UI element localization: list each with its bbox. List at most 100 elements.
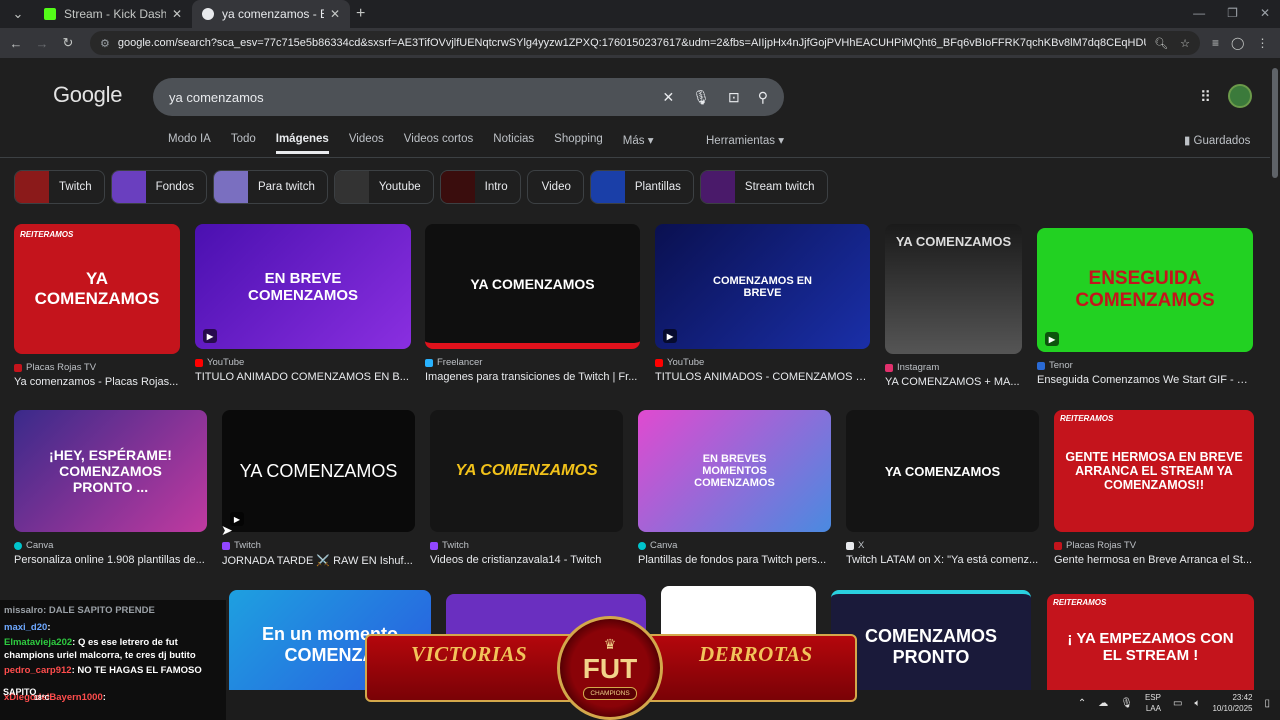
bookmark-star-icon[interactable]: ☆ (1180, 37, 1190, 50)
language-indicator[interactable]: ESP LAA (1145, 692, 1161, 714)
search-input[interactable]: ya comenzamos (169, 90, 644, 105)
image-result[interactable]: COMENZAMOS EN BREVE ▶ YouTube TITULOS AN… (655, 224, 870, 383)
result-caption[interactable]: TITULOS ANIMADOS - COMENZAMOS E... (655, 371, 870, 383)
result-thumbnail[interactable]: COMENZAMOS PRONTO (831, 590, 1031, 700)
chevron-up-icon[interactable]: ⌃ (1078, 698, 1086, 709)
result-caption[interactable]: Twitch LATAM on X: "Ya está comenz... (846, 554, 1039, 566)
apps-grid-icon[interactable]: ⠿ (1200, 88, 1211, 106)
result-thumbnail[interactable]: ¡HEY, ESPÉRAME! COMENZAMOS PRONTO ... (14, 410, 207, 532)
image-result[interactable]: EN BREVES MOMENTOS COMENZAMOS Canva Plan… (638, 410, 831, 566)
image-result[interactable]: REITERAMOS YA COMENZAMOS Placas Rojas TV… (14, 224, 180, 388)
saved-label: Guardados (1193, 135, 1251, 147)
close-tab-icon[interactable]: ✕ (330, 7, 340, 21)
result-thumbnail[interactable]: REITERAMOS ¡ YA EMPEZAMOS CON EL STREAM … (1047, 594, 1254, 700)
new-tab-button[interactable]: + (356, 5, 365, 23)
tab-modo-ia[interactable]: Modo IA (168, 133, 211, 154)
result-thumbnail[interactable]: YA COMENZAMOS (430, 410, 623, 532)
tab-noticias[interactable]: Noticias (493, 133, 534, 154)
chip-para-twitch[interactable]: Para twitch (212, 170, 328, 204)
result-caption[interactable]: JORNADA TARDE ⚔️ RAW EN Ishuf... (222, 554, 415, 567)
page-scrollbar[interactable] (1272, 68, 1278, 178)
close-tab-icon[interactable]: ✕ (172, 7, 182, 21)
zoom-icon[interactable]: 🔍︎ (1154, 37, 1168, 50)
chip-video[interactable]: Video (526, 170, 584, 204)
result-caption[interactable]: YA COMENZAMOS + MA... (885, 376, 1022, 388)
chip-youtube[interactable]: Youtube (333, 170, 434, 204)
search-box[interactable]: ya comenzamos ✕ 🎙︎ ⊡ ⚲ (153, 78, 784, 116)
image-result[interactable]: YA COMENZAMOS ▶ Twitch JORNADA TARDE ⚔️ … (222, 410, 415, 567)
minimize-icon[interactable]: — (1193, 6, 1205, 20)
result-caption[interactable]: Plantillas de fondos para Twitch pers... (638, 554, 831, 566)
result-thumbnail[interactable]: YA COMENZAMOS (885, 224, 1022, 354)
result-thumbnail[interactable]: COMENZAMOS EN BREVE ▶ (655, 224, 870, 349)
chip-fondos[interactable]: Fondos (110, 170, 207, 204)
reload-icon[interactable]: ↻ (56, 35, 80, 51)
image-result[interactable]: REITERAMOS ¡ YA EMPEZAMOS CON EL STREAM … (1047, 594, 1254, 700)
tab-search-button[interactable]: ⌄ (6, 6, 30, 22)
thumb-tag: REITERAMOS (1053, 598, 1107, 607)
chip-intro[interactable]: Intro (439, 170, 521, 204)
url-bar[interactable]: ⚙ google.com/search?sca_esv=77c715e5b863… (90, 31, 1200, 55)
notifications-icon[interactable]: ▯ (1264, 698, 1270, 709)
clock-date: 10/10/2025 (1212, 704, 1253, 713)
image-result[interactable]: ¡HEY, ESPÉRAME! COMENZAMOS PRONTO ... Ca… (14, 410, 207, 566)
result-caption[interactable]: Enseguida Comenzamos We Start GIF - E... (1037, 374, 1253, 386)
tab-videos-cortos[interactable]: Videos cortos (404, 133, 473, 154)
restore-icon[interactable]: ❐ (1227, 6, 1238, 20)
back-icon[interactable]: ← (4, 36, 28, 51)
chip-plantillas[interactable]: Plantillas (589, 170, 694, 204)
saved-button[interactable]: ▮ Guardados (1184, 133, 1250, 147)
close-window-icon[interactable]: ✕ (1260, 6, 1270, 20)
result-source: Placas Rojas TV (14, 362, 180, 373)
cloud-icon[interactable]: ☁ (1098, 698, 1108, 709)
result-caption[interactable]: Personaliza online 1.908 plantillas de..… (14, 554, 207, 566)
image-result[interactable]: YA COMENZAMOS Freelancer Imagenes para t… (425, 224, 640, 383)
image-result[interactable]: ENSEGUIDA COMENZAMOS ▶ Tenor Enseguida C… (1037, 228, 1253, 386)
result-thumbnail[interactable]: REITERAMOS GENTE HERMOSA EN BREVE ARRANC… (1054, 410, 1254, 532)
tab-videos[interactable]: Videos (349, 133, 384, 154)
result-caption[interactable]: Gente hermosa en Breve Arranca el St... (1054, 554, 1254, 566)
tab-imagenes[interactable]: Imágenes (275, 133, 329, 154)
image-result[interactable]: YA COMENZAMOS Twitch Videos de cristianz… (430, 410, 623, 566)
result-thumbnail[interactable]: ENSEGUIDA COMENZAMOS ▶ (1037, 228, 1253, 352)
result-thumbnail[interactable]: YA COMENZAMOS ▶ (222, 410, 415, 532)
result-thumbnail[interactable]: YA COMENZAMOS (846, 410, 1039, 532)
microphone-icon[interactable]: 🎙︎ (1120, 698, 1133, 709)
clear-icon[interactable]: ✕ (662, 89, 674, 106)
tools-button[interactable]: Herramientas ▾ (706, 133, 784, 147)
image-result[interactable]: YA COMENZAMOS Instagram YA COMENZAMOS + … (885, 224, 1022, 388)
result-caption[interactable]: TITULO ANIMADO COMENZAMOS EN B... (195, 371, 411, 383)
menu-icon[interactable]: ⋮ (1256, 36, 1268, 50)
avatar[interactable] (1228, 84, 1252, 108)
site-info-icon[interactable]: ⚙ (100, 37, 110, 50)
result-thumbnail[interactable]: REITERAMOS YA COMENZAMOS (14, 224, 180, 354)
result-caption[interactable]: Imagenes para transiciones de Twitch | F… (425, 371, 640, 383)
tab-shopping[interactable]: Shopping (554, 133, 603, 154)
tab-mas[interactable]: Más ▾ (623, 133, 654, 154)
image-result[interactable]: YA COMENZAMOS X Twitch LATAM on X: "Ya e… (846, 410, 1039, 566)
volume-icon[interactable]: 🔈︎ (1194, 698, 1200, 709)
lens-icon[interactable]: ⊡ (728, 89, 740, 106)
result-caption[interactable]: Videos de cristianzavala14 - Twitch (430, 554, 623, 566)
result-thumbnail[interactable]: YA COMENZAMOS (425, 224, 640, 349)
network-icon[interactable]: ▭ (1173, 698, 1182, 709)
profile-icon[interactable]: ◯ (1231, 36, 1244, 50)
image-result[interactable]: REITERAMOS GENTE HERMOSA EN BREVE ARRANC… (1054, 410, 1254, 566)
google-logo[interactable]: Google (53, 82, 122, 108)
source-name: Twitch (234, 540, 261, 551)
media-controls-icon[interactable]: ≡ (1212, 36, 1219, 50)
forward-icon[interactable]: → (30, 36, 54, 51)
tab-kick-dashboard[interactable]: Stream - Kick Dashboard ✕ (34, 0, 192, 28)
image-result[interactable]: COMENZAMOS PRONTO (831, 590, 1031, 700)
search-icon[interactable]: ⚲ (758, 89, 768, 106)
chip-stream-twitch[interactable]: Stream twitch (699, 170, 828, 204)
image-result[interactable]: EN BREVE COMENZAMOS ▶ YouTube TITULO ANI… (195, 224, 411, 383)
chip-twitch[interactable]: Twitch (14, 170, 105, 204)
result-caption[interactable]: Ya comenzamos - Placas Rojas... (14, 376, 180, 388)
clock[interactable]: 23:42 10/10/2025 (1212, 692, 1252, 714)
mic-icon[interactable]: 🎙︎ (692, 89, 710, 106)
tab-todo[interactable]: Todo (231, 133, 256, 154)
tab-google-search[interactable]: ya comenzamos - Buscar con G ✕ (192, 0, 350, 28)
result-thumbnail[interactable]: EN BREVE COMENZAMOS ▶ (195, 224, 411, 349)
result-thumbnail[interactable]: EN BREVES MOMENTOS COMENZAMOS (638, 410, 831, 532)
